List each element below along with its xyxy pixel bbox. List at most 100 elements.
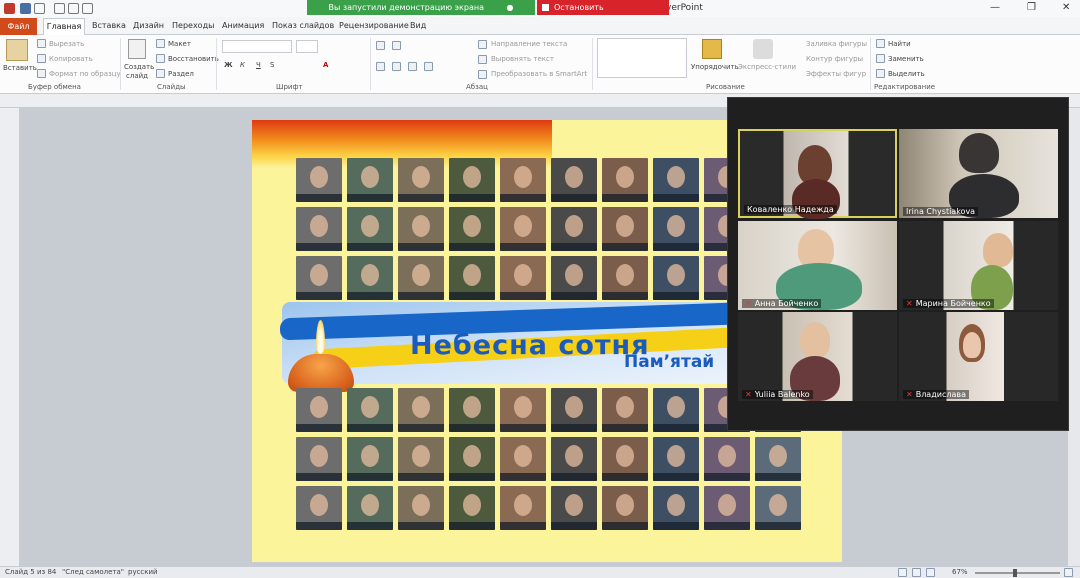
participant-tile[interactable]: ✕ Yuliia Balenko: [738, 312, 897, 401]
smartart-icon: [478, 70, 487, 79]
justify-icon[interactable]: [424, 62, 433, 71]
shape-outline-button[interactable]: Контур фигуры: [806, 55, 863, 63]
quick-styles-icon[interactable]: [753, 39, 773, 59]
cut-button[interactable]: Вырезать: [49, 40, 84, 48]
align-text-button[interactable]: Выровнять текст: [491, 55, 554, 63]
group-slides: Слайды: [157, 83, 186, 91]
group-font: Шрифт: [276, 83, 303, 91]
portrait-photo: [449, 437, 495, 481]
fit-to-window-icon[interactable]: [1064, 568, 1073, 577]
vertical-ruler[interactable]: [0, 108, 20, 566]
participant-tile[interactable]: Irina Chystiakova: [899, 129, 1058, 218]
bold-icon[interactable]: Ж: [224, 61, 233, 69]
zoom-level[interactable]: 67%: [952, 568, 968, 576]
section-icon: [156, 69, 165, 78]
shapes-gallery[interactable]: [597, 38, 687, 78]
shape-fill-button[interactable]: Заливка фигуры: [806, 40, 867, 48]
replace-button[interactable]: Заменить: [888, 55, 924, 63]
tab-view[interactable]: Вид: [410, 21, 426, 30]
minimize-icon[interactable]: —: [990, 2, 1000, 13]
participant-tile[interactable]: ✕ Владислава: [899, 312, 1058, 401]
align-text-icon: [478, 55, 487, 64]
language-indicator[interactable]: русский: [128, 568, 158, 576]
align-right-icon[interactable]: [408, 62, 417, 71]
portrait-photo: [653, 486, 699, 530]
tab-slideshow[interactable]: Показ слайдов: [272, 21, 334, 30]
participant-tile[interactable]: ✕ Марина Бойченко: [899, 221, 1058, 310]
stop-share-button[interactable]: Остановить демонстрацию: [537, 0, 669, 27]
font-color-icon[interactable]: A: [323, 61, 328, 69]
portrait-photo: [653, 388, 699, 432]
mic-muted-icon: ✕: [906, 299, 913, 308]
zoom-slider-thumb[interactable]: [1013, 569, 1017, 577]
ribbon: Вставить Вырезать Копировать Формат по о…: [0, 35, 1080, 94]
strikethrough-icon[interactable]: S: [270, 61, 274, 69]
tab-insert[interactable]: Вставка: [92, 21, 126, 30]
font-size-field[interactable]: [296, 40, 318, 53]
tab-file[interactable]: Файл: [0, 18, 37, 35]
portrait-photo: [347, 158, 393, 202]
tab-home[interactable]: Главная: [43, 18, 85, 35]
slide-sorter-icon[interactable]: [912, 568, 921, 577]
portrait-photo: [296, 486, 342, 530]
maximize-icon[interactable]: ❐: [1027, 2, 1036, 13]
tab-review[interactable]: Рецензирование: [339, 21, 409, 30]
portrait-photo: [449, 486, 495, 530]
select-icon: [876, 69, 885, 78]
new-file-icon[interactable]: [68, 3, 79, 14]
ribbon-tabs: Файл Главная Вставка Дизайн Переходы Ани…: [0, 17, 1080, 35]
align-left-icon[interactable]: [376, 62, 385, 71]
tab-design[interactable]: Дизайн: [133, 21, 164, 30]
portrait-photo: [398, 158, 444, 202]
zoom-slider[interactable]: [975, 572, 1060, 574]
reset-icon: [156, 54, 165, 63]
format-painter-button[interactable]: Формат по образцу: [49, 70, 121, 78]
section-button[interactable]: Раздел: [168, 70, 194, 78]
quick-styles-button[interactable]: Экспресс-стили: [738, 63, 796, 71]
italic-icon[interactable]: К: [240, 61, 245, 69]
reading-view-icon[interactable]: [926, 568, 935, 577]
new-slide-button-line2[interactable]: слайд: [126, 72, 148, 80]
portrait-photo: [653, 256, 699, 300]
save-icon[interactable]: [20, 3, 31, 14]
status-bar: Слайд 5 из 84 "След самолета" русский 67…: [0, 566, 1080, 578]
new-slide-icon[interactable]: [128, 39, 146, 59]
close-icon[interactable]: ✕: [1062, 2, 1070, 13]
portrait-photo: [551, 437, 597, 481]
shape-effects-button[interactable]: Эффекты фигур: [806, 70, 866, 78]
arrange-button[interactable]: Упорядочить: [691, 63, 739, 71]
portrait-photo: [296, 207, 342, 251]
numbering-icon[interactable]: [392, 41, 401, 50]
portrait-photo: [500, 437, 546, 481]
print-preview-icon[interactable]: [82, 3, 93, 14]
reset-button[interactable]: Восстановить: [168, 55, 219, 63]
text-direction-button[interactable]: Направление текста: [491, 40, 567, 48]
find-button[interactable]: Найти: [888, 40, 911, 48]
underline-icon[interactable]: Ч: [256, 61, 261, 69]
copy-button[interactable]: Копировать: [49, 55, 93, 63]
participant-tile[interactable]: Коваленко Надежда: [738, 129, 897, 219]
paste-button[interactable]: Вставить: [3, 64, 37, 72]
participant-name-text: Марина Бойченко: [915, 299, 991, 308]
tab-transitions[interactable]: Переходы: [172, 21, 214, 30]
normal-view-icon[interactable]: [898, 568, 907, 577]
paste-icon[interactable]: [6, 39, 28, 61]
arrange-icon[interactable]: [702, 39, 722, 59]
smartart-button[interactable]: Преобразовать в SmartArt: [491, 70, 587, 78]
font-name-field[interactable]: [222, 40, 292, 53]
redo-icon[interactable]: [54, 3, 65, 14]
participant-name-text: Владислава: [915, 390, 966, 399]
new-slide-button[interactable]: Создать: [124, 63, 154, 71]
portrait-photo: [398, 486, 444, 530]
layout-icon: [156, 39, 165, 48]
vertical-scrollbar[interactable]: [1068, 108, 1080, 566]
portrait-photo: [347, 256, 393, 300]
layout-button[interactable]: Макет: [168, 40, 191, 48]
undo-icon[interactable]: [34, 3, 45, 14]
align-center-icon[interactable]: [392, 62, 401, 71]
participant-tile[interactable]: ✕ Анна Бойченко: [738, 221, 897, 310]
portrait-photo: [347, 486, 393, 530]
select-button[interactable]: Выделить: [888, 70, 925, 78]
bullets-icon[interactable]: [376, 41, 385, 50]
tab-animation[interactable]: Анимация: [222, 21, 264, 30]
